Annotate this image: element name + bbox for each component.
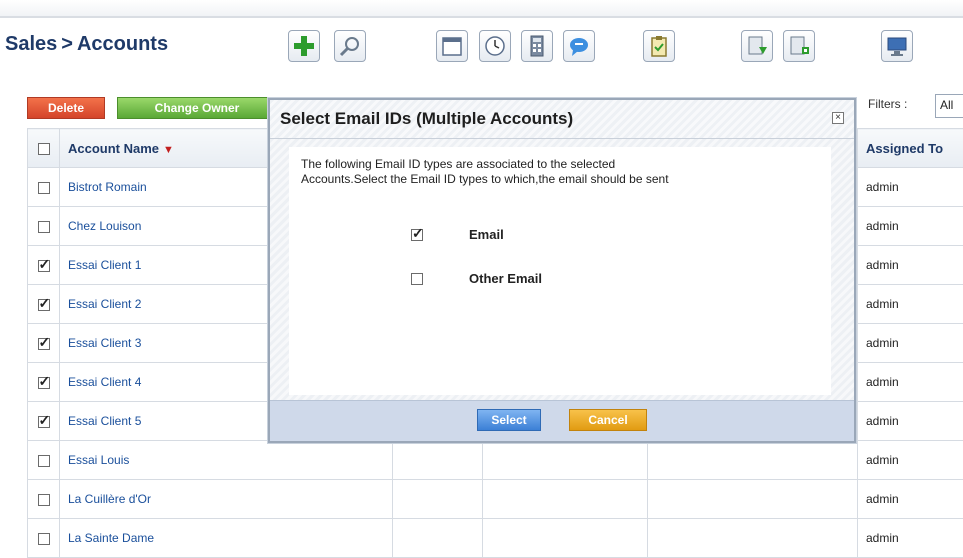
calendar-button[interactable]: [436, 30, 468, 62]
table-cell: [648, 441, 858, 480]
table-cell: [648, 519, 858, 558]
table-cell: [393, 441, 483, 480]
row-checkbox[interactable]: [28, 363, 60, 402]
row-checkbox[interactable]: [28, 441, 60, 480]
sort-desc-icon: ▼: [163, 144, 174, 156]
search-icon: [338, 34, 362, 58]
add-icon: [292, 34, 316, 58]
top-bar: [0, 0, 963, 18]
assigned-to-cell: admin: [858, 441, 963, 480]
table-row: La Sainte Dame admin: [28, 519, 963, 558]
calculator-button[interactable]: [521, 30, 553, 62]
dialog-message: The following Email ID types are associa…: [301, 157, 821, 187]
assigned-to-cell: admin: [858, 285, 963, 324]
add-button[interactable]: [288, 30, 320, 62]
search-button[interactable]: [334, 30, 366, 62]
assigned-to-cell: admin: [858, 324, 963, 363]
other-email-checkbox[interactable]: [411, 273, 423, 285]
import-button[interactable]: [741, 30, 773, 62]
calculator-icon: [525, 34, 549, 58]
assigned-to-cell: admin: [858, 519, 963, 558]
delete-button[interactable]: Delete: [27, 97, 105, 119]
dialog-message-line: The following Email ID types are associa…: [301, 157, 821, 172]
row-checkbox[interactable]: [28, 480, 60, 519]
change-owner-button[interactable]: Change Owner: [117, 97, 277, 119]
table-cell: [483, 480, 648, 519]
other-email-option-label: Other Email: [469, 271, 542, 286]
clipboard-icon: [647, 34, 671, 58]
account-name-link[interactable]: Essai Louis: [60, 441, 393, 480]
row-checkbox[interactable]: [28, 402, 60, 441]
assigned-to-cell: admin: [858, 246, 963, 285]
select-button[interactable]: Select: [477, 409, 541, 431]
row-checkbox[interactable]: [28, 285, 60, 324]
row-checkbox[interactable]: [28, 168, 60, 207]
breadcrumb-module[interactable]: Sales: [5, 33, 57, 55]
table-cell: [483, 441, 648, 480]
dialog-body: The following Email ID types are associa…: [270, 139, 854, 401]
select-email-dialog: Select Email IDs (Multiple Accounts) × T…: [268, 98, 856, 443]
clock-icon: [483, 34, 507, 58]
table-cell: [483, 519, 648, 558]
dialog-content: The following Email ID types are associa…: [289, 147, 831, 395]
account-name-link[interactable]: La Sainte Dame: [60, 519, 393, 558]
table-cell: [648, 480, 858, 519]
filters-select[interactable]: All: [935, 94, 963, 118]
breadcrumb-page: Accounts: [77, 33, 168, 55]
filters-label: Filters :: [868, 97, 907, 111]
chat-icon: [567, 34, 591, 58]
assigned-to-cell: admin: [858, 402, 963, 441]
row-checkbox[interactable]: [28, 519, 60, 558]
clock-button[interactable]: [479, 30, 511, 62]
assigned-to-cell: admin: [858, 480, 963, 519]
email-checkbox[interactable]: [411, 229, 423, 241]
cancel-button[interactable]: Cancel: [569, 409, 647, 431]
select-all-checkbox[interactable]: [28, 129, 60, 168]
dialog-footer: Select Cancel: [270, 400, 854, 441]
breadcrumb-separator: >: [61, 33, 73, 55]
assigned-to-cell: admin: [858, 207, 963, 246]
monitor-button[interactable]: [881, 30, 913, 62]
table-row: La Cuillère d'Or admin: [28, 480, 963, 519]
chat-button[interactable]: [563, 30, 595, 62]
assigned-to-column-header[interactable]: Assigned To: [858, 129, 963, 168]
row-checkbox[interactable]: [28, 324, 60, 363]
import-icon: [745, 34, 769, 58]
close-icon[interactable]: ×: [832, 112, 844, 124]
email-option-label: Email: [469, 227, 504, 242]
export-button[interactable]: [783, 30, 815, 62]
breadcrumb: Sales>Accounts: [5, 33, 168, 56]
row-checkbox[interactable]: [28, 207, 60, 246]
calendar-icon: [440, 34, 464, 58]
assigned-to-cell: admin: [858, 168, 963, 207]
table-cell: [393, 519, 483, 558]
export-icon: [787, 34, 811, 58]
dialog-message-line: Accounts.Select the Email ID types to wh…: [301, 172, 821, 187]
table-row: Essai Louis admin: [28, 441, 963, 480]
row-checkbox[interactable]: [28, 246, 60, 285]
dialog-title: Select Email IDs (Multiple Accounts): [280, 109, 573, 129]
table-cell: [393, 480, 483, 519]
account-name-link[interactable]: La Cuillère d'Or: [60, 480, 393, 519]
assigned-to-cell: admin: [858, 363, 963, 402]
monitor-icon: [885, 34, 909, 58]
dialog-header: Select Email IDs (Multiple Accounts) ×: [270, 100, 854, 139]
clipboard-button[interactable]: [643, 30, 675, 62]
